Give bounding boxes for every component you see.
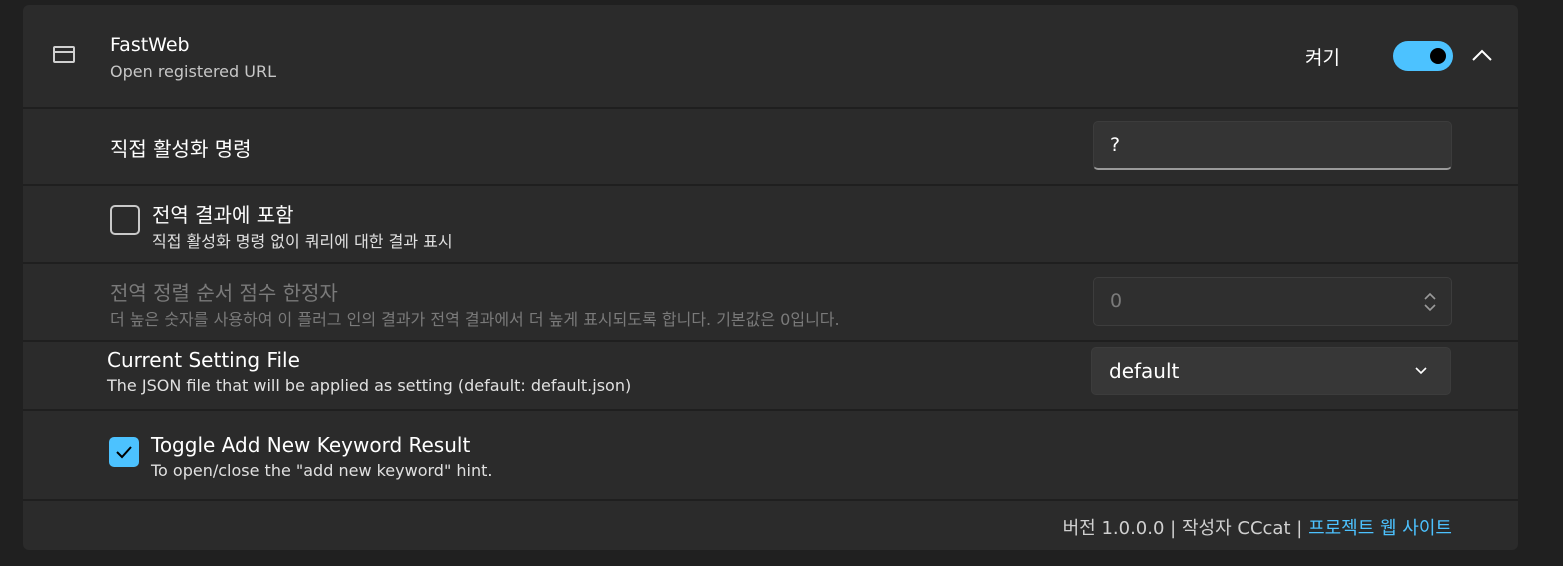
window-icon — [53, 46, 75, 63]
divider — [23, 340, 1518, 342]
chevron-down-icon — [1415, 367, 1427, 375]
toggle-add-keyword-checkbox[interactable] — [109, 437, 139, 467]
divider — [23, 262, 1518, 264]
divider — [23, 499, 1518, 501]
chevron-up-icon[interactable] — [1471, 48, 1493, 62]
plugin-settings-card: FastWeb Open registered URL 켜기 직접 활성화 명령… — [23, 5, 1518, 550]
include-global-checkbox[interactable] — [110, 205, 140, 235]
divider — [23, 409, 1518, 411]
toggle-knob — [1430, 48, 1446, 64]
footer-separator: | — [1170, 518, 1177, 539]
toggle-add-keyword-label: Toggle Add New Keyword Result — [151, 433, 471, 457]
plugin-footer: 버전 1.0.0.0 | 작성자 CCcat | 프로젝트 웹 사이트 — [1063, 514, 1452, 540]
plugin-header[interactable]: FastWeb Open registered URL 켜기 — [23, 5, 1518, 107]
include-global-label: 전역 결과에 포함 — [152, 203, 294, 227]
global-score-value: 0 — [1110, 290, 1123, 312]
plugin-description: Open registered URL — [110, 62, 276, 81]
global-score-label: 전역 정렬 순서 점수 한정자 — [110, 281, 338, 305]
global-score-number-input[interactable]: 0 — [1093, 277, 1452, 326]
version-text: 버전 1.0.0.0 — [1062, 518, 1165, 539]
setting-file-description: The JSON file that will be applied as se… — [107, 376, 632, 395]
include-global-description: 직접 활성화 명령 없이 쿼리에 대한 결과 표시 — [152, 232, 453, 251]
author-text: 작성자 CCcat — [1181, 518, 1291, 539]
enable-toggle[interactable] — [1393, 41, 1453, 71]
plugin-name: FastWeb — [110, 34, 190, 56]
toggle-add-keyword-description: To open/close the "add new keyword" hint… — [151, 461, 493, 480]
website-link[interactable]: 프로젝트 웹 사이트 — [1308, 518, 1452, 539]
action-keyword-input[interactable]: ? — [1093, 121, 1452, 170]
divider — [23, 184, 1518, 186]
checkmark-icon — [116, 446, 132, 459]
footer-separator: | — [1296, 518, 1303, 539]
divider — [23, 107, 1518, 109]
spinner-icon[interactable] — [1423, 291, 1437, 313]
global-score-description: 더 높은 숫자를 사용하여 이 플러그 인의 결과가 전역 결과에서 더 높게 … — [110, 310, 840, 329]
enable-toggle-label: 켜기 — [1305, 47, 1340, 69]
action-keyword-label: 직접 활성화 명령 — [110, 137, 252, 161]
setting-file-select[interactable]: default — [1091, 347, 1451, 395]
setting-file-selected: default — [1109, 359, 1180, 383]
setting-file-label: Current Setting File — [107, 348, 300, 372]
